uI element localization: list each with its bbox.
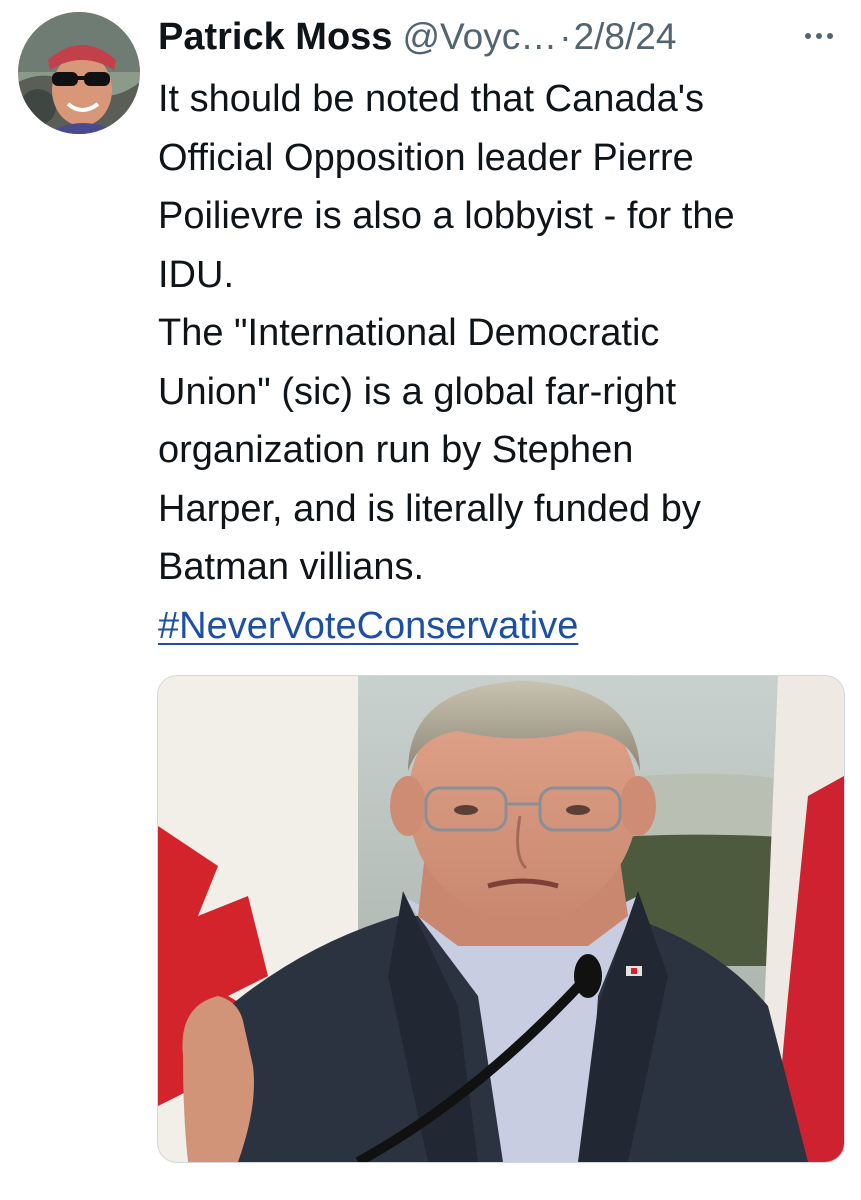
header-separator: · [559,16,572,57]
author-avatar[interactable] [18,12,140,134]
tweet-header: Patrick Moss @Voyc… · 2/8/24 [158,12,848,62]
tweet-text-line: Harper, and is literally funded by [158,487,701,530]
tweet-media-photo[interactable] [157,675,845,1163]
hashtag-link[interactable]: #NeverVoteConservative [158,605,578,647]
tweet-text-line: Poilievre is also a lobbyist - for the [158,195,735,237]
author-display-name[interactable]: Patrick Moss [158,16,392,59]
tweet-text-line: organization run by Stephen [158,429,634,471]
tweet-text-line: IDU. [158,253,234,296]
profile-photo-avatar-icon [18,12,140,134]
tweet-text-line: The "International Democratic [158,312,660,354]
attached-photo-icon [158,676,844,1162]
tweet-timestamp[interactable]: 2/8/24 [574,16,677,58]
more-options-button[interactable] [799,16,839,56]
tweet-text-line: Union" (sic) is a global far-right [158,370,677,413]
tweet-text-line: Official Opposition leader Pierre [158,136,694,179]
tweet-text-line: It should be noted that Canada's [158,78,704,120]
tweet-text-line: Batman villians. [158,546,425,588]
more-horizontal-icon [805,33,833,39]
hashtag-line: #NeverVoteConservative [158,597,838,656]
author-handle[interactable]: @Voyc… [402,16,557,58]
tweet-text: It should be noted that Canada's Officia… [158,70,838,655]
tweet[interactable]: Patrick Moss @Voyc… · 2/8/24 It should b… [0,0,861,1200]
